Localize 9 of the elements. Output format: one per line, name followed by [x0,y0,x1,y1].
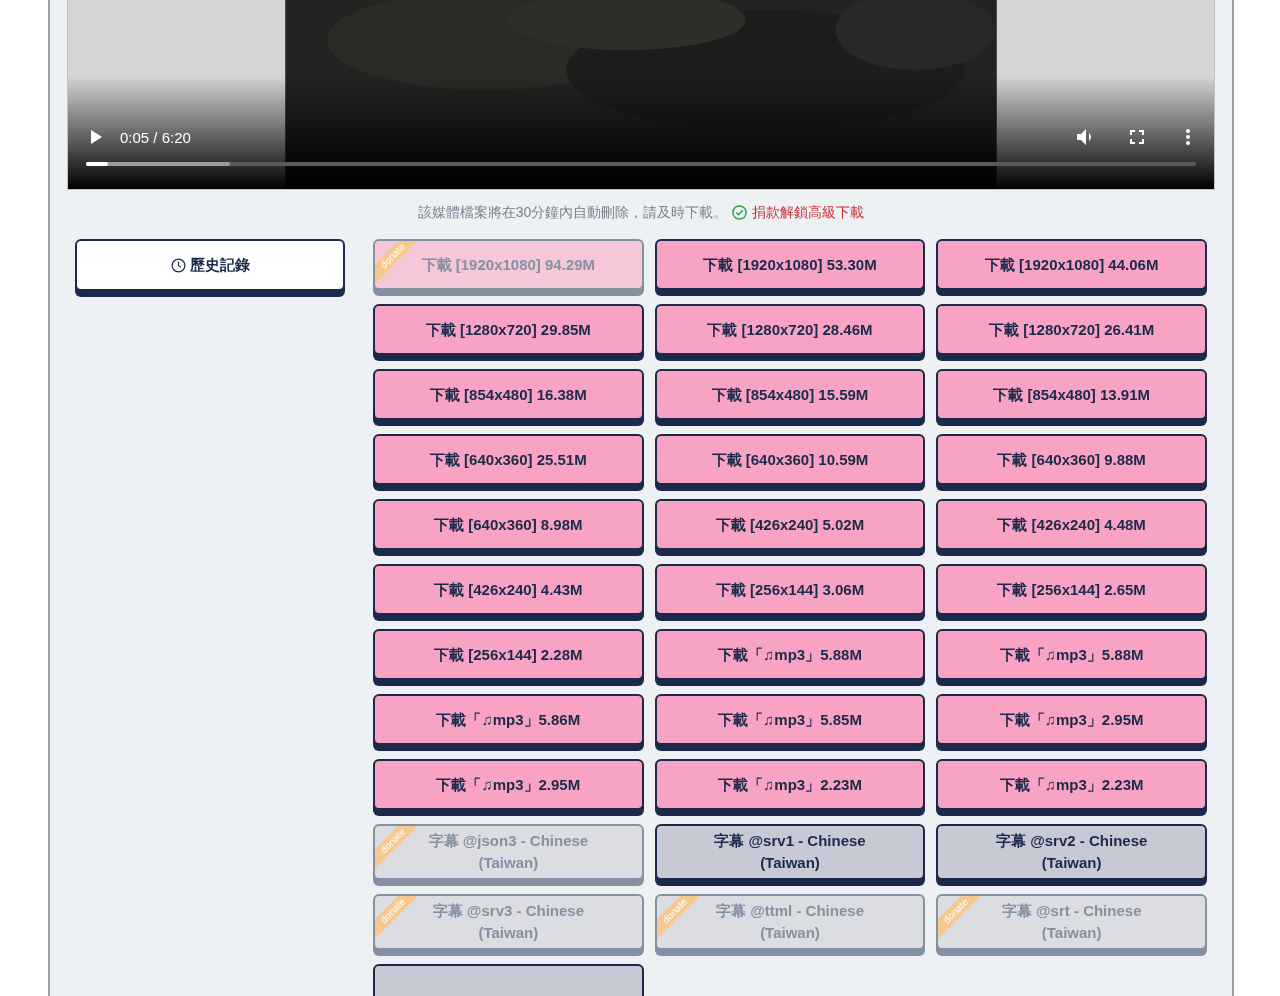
more-icon[interactable] [1186,129,1190,145]
play-icon[interactable] [90,130,102,144]
progress-bar[interactable] [86,162,1196,166]
fullscreen-icon[interactable] [1130,130,1144,144]
video-time: 0:05 / 6:20 [120,128,191,146]
check-circle-icon [732,205,748,220]
donate-link[interactable]: 捐款解鎖高級下載 [752,203,865,222]
notice-text: 該媒體檔案將在30分鐘內自動刪除，請及時下載。 [417,203,728,222]
clock-icon [170,257,186,273]
